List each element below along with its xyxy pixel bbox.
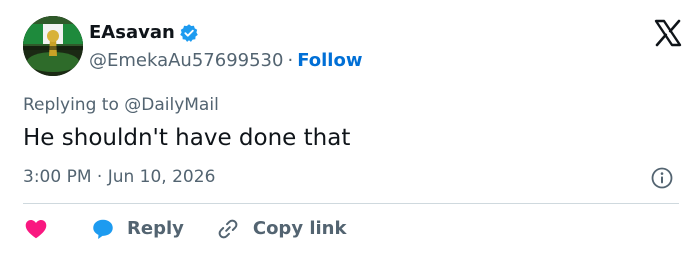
tweet-text: He shouldn't have done that — [23, 125, 351, 151]
follow-button[interactable]: Follow — [297, 50, 362, 71]
link-icon — [218, 219, 238, 239]
action-bar: Reply Copy link — [23, 214, 346, 244]
display-name[interactable]: EAsavan — [89, 20, 175, 46]
copy-link-button[interactable]: Copy link — [216, 214, 347, 244]
like-button[interactable] — [23, 216, 49, 242]
reply-label: Reply — [127, 218, 184, 239]
x-logo-icon[interactable] — [653, 18, 683, 48]
tweet-header: EAsavan @EmekaAu57699530 · Follow — [23, 16, 683, 78]
replying-to-line: Replying to @DailyMail — [23, 92, 219, 118]
display-name-row: EAsavan — [89, 20, 362, 46]
reply-target-handle[interactable]: @DailyMail — [124, 95, 219, 115]
copy-link-label: Copy link — [252, 218, 347, 239]
divider — [23, 203, 679, 204]
heart-icon — [25, 220, 47, 239]
avatar[interactable] — [23, 16, 83, 76]
reply-button[interactable]: Reply — [90, 214, 184, 244]
avatar-image — [23, 16, 83, 76]
user-names: EAsavan @EmekaAu57699530 · Follow — [89, 20, 362, 74]
info-icon[interactable] — [650, 166, 674, 190]
verified-badge-icon — [180, 24, 198, 42]
replying-to-prefix: Replying to — [23, 95, 125, 115]
speech-bubble-icon — [93, 219, 113, 239]
tweet-timestamp[interactable]: 3:00 PM · Jun 10, 2026 — [23, 164, 215, 190]
handle-separator: · — [287, 50, 294, 71]
handle-row: @EmekaAu57699530 · Follow — [89, 48, 362, 74]
user-handle[interactable]: @EmekaAu57699530 — [89, 50, 283, 71]
